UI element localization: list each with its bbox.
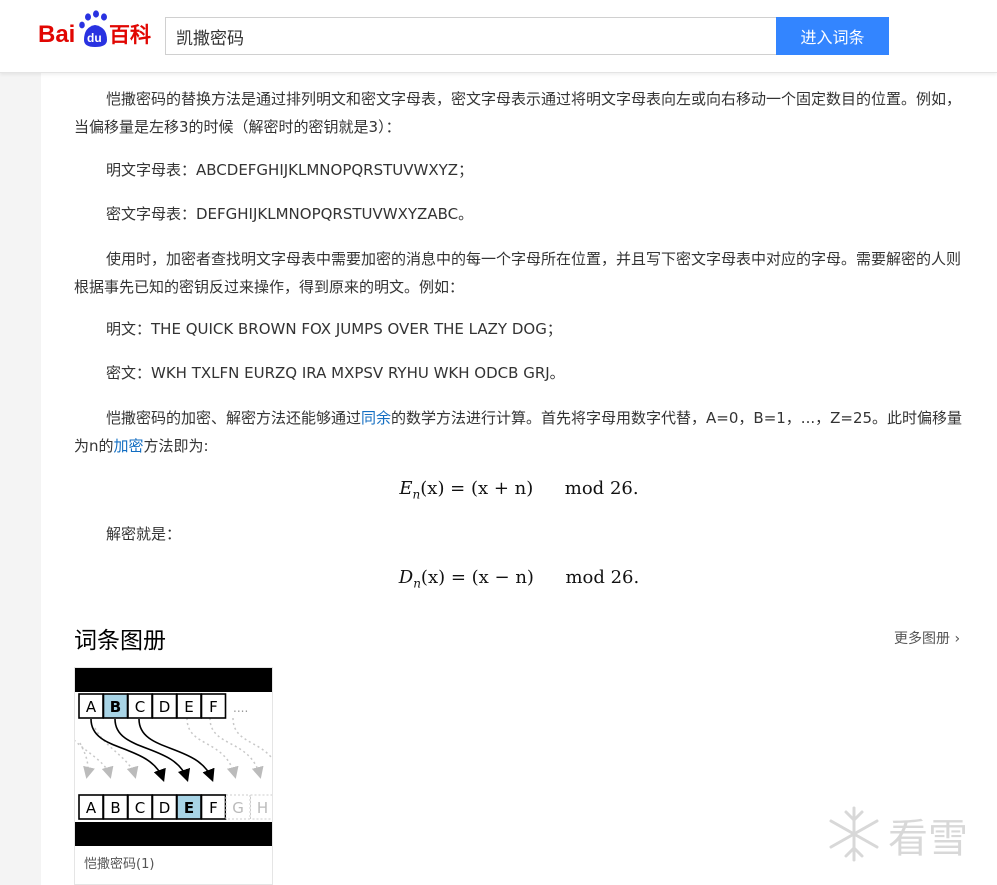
formula-enc-mod: mod — [564, 478, 605, 499]
letter-C: C — [135, 698, 145, 716]
album-caption-count: (1) — [136, 857, 155, 872]
logo-baike-text: 百科 — [109, 23, 151, 47]
formula-dec-26: 26. — [610, 567, 640, 588]
letter-G: G — [232, 799, 244, 817]
top-ellipsis: .... — [233, 701, 248, 715]
letter-A: A — [86, 698, 97, 716]
formula-dec-lhs: D — [398, 567, 414, 588]
paragraph-usage: 使用时，加密者查找明文字母表中需要加密的消息中的每一个字母所在位置，并且写下密文… — [74, 250, 962, 296]
formula-enc-lhs: E — [399, 478, 413, 499]
letter-F: F — [209, 698, 218, 716]
album-card-caption: 恺撒密码(1) — [84, 853, 154, 872]
album-section-title: 词条图册 — [74, 628, 166, 654]
letter-H: H — [257, 799, 268, 817]
link-encryption[interactable]: 加密 — [114, 437, 144, 455]
letter-C: C — [135, 799, 145, 817]
letter-D: D — [159, 698, 171, 716]
left-sidebar-gutter — [0, 73, 41, 885]
more-albums-label: 更多图册 — [894, 631, 950, 647]
search-input[interactable] — [165, 17, 776, 55]
math-method-text-1: 恺撒密码的加密、解密方法还能够通过 — [106, 409, 362, 427]
watermark-text: 看雪 — [888, 816, 968, 862]
logo-bai-text: Bai — [38, 21, 75, 48]
chevron-right-icon: › — [954, 631, 961, 647]
top-bar: Bai du 百科 进入词条 — [0, 0, 997, 73]
caesar-cipher-diagram: ABCDEF .... ABCDEFGH — [75, 668, 272, 846]
letter-B: B — [110, 698, 121, 716]
formula-dec-rhs: (x) = (x − n) — [420, 567, 534, 588]
math-method-text-3: 方法即为: — [143, 437, 209, 455]
album-caption-title: 恺撒密码 — [84, 857, 137, 872]
letter-B: B — [110, 799, 120, 817]
paragraph-plain-alphabet: 明文字母表：ABCDEFGHIJKLMNOPQRSTUVWXYZ； — [106, 161, 474, 179]
encryption-formula: En(x) = (x + n) mod 26. — [74, 478, 964, 502]
letter-F: F — [209, 799, 218, 817]
baidu-baike-logo[interactable]: Bai du 百科 — [38, 10, 156, 50]
formula-dec-mod: mod — [565, 567, 605, 588]
paragraph-plaintext-example: 明文：THE QUICK BROWN FOX JUMPS OVER THE LA… — [106, 320, 562, 338]
bottom-alphabet-row: ABCDEFGH — [78, 794, 272, 820]
letter-E: E — [184, 698, 193, 716]
top-alphabet-row: ABCDEF — [78, 693, 227, 719]
formula-enc-26: 26. — [609, 478, 639, 499]
more-albums-link[interactable]: 更多图册 › — [894, 628, 960, 648]
paragraph-cipher-alphabet: 密文字母表：DEFGHIJKLMNOPQRSTUVWXYZABC。 — [106, 205, 474, 223]
formula-enc-rhs: (x) = (x + n) — [420, 478, 534, 499]
snowflake-icon — [829, 806, 879, 862]
letter-D: D — [159, 799, 171, 817]
paragraph-decryption: 解密就是： — [106, 525, 182, 543]
enter-entry-button[interactable]: 进入词条 — [776, 17, 889, 55]
paragraph-math-method: 恺撒密码的加密、解密方法还能够通过同余的数学方法进行计算。首先将字母用数字代替，… — [74, 404, 964, 460]
paragraph-ciphertext-example: 密文：WKH TXLFN EURZQ IRA MXPSV RYHU WKH OD… — [106, 364, 565, 382]
decryption-formula: Dn(x) = (x − n) mod 26. — [74, 567, 964, 591]
letter-E: E — [184, 799, 194, 817]
logo-du-text: du — [87, 31, 102, 45]
letter-A: A — [86, 799, 97, 817]
kanxue-watermark: 看雪 — [829, 806, 968, 862]
paragraph-intro: 恺撒密码的替换方法是通过排列明文和密文字母表，密文字母表示通过将明文字母表向左或… — [74, 90, 962, 136]
formula-dec-sub: n — [413, 576, 421, 591]
link-congruence[interactable]: 同余 — [361, 409, 391, 427]
album-card[interactable]: ABCDEF .... ABCDEFGH 恺撒密码(1) — [74, 667, 273, 885]
